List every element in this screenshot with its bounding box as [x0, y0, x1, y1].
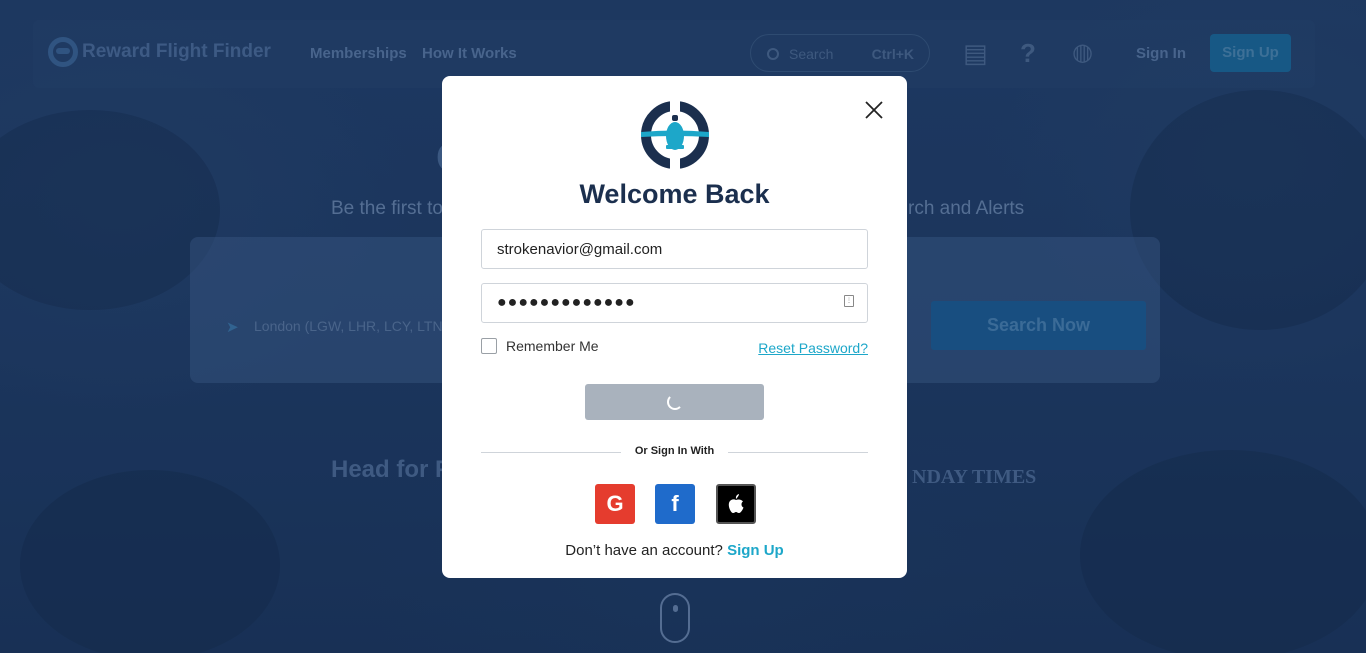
- modal-title: Welcome Back: [579, 179, 770, 209]
- reset-password-link[interactable]: Reset Password?: [758, 340, 868, 356]
- password-reveal-icon[interactable]: ⋮: [844, 295, 854, 307]
- divider-line-right: [728, 452, 868, 453]
- password-field[interactable]: [481, 283, 868, 323]
- apple-icon: [728, 494, 744, 513]
- apple-sign-in-button[interactable]: [716, 484, 756, 524]
- login-modal: Welcome Back ⋮ Remember Me Reset Passwor…: [442, 76, 907, 578]
- google-icon: G: [606, 491, 624, 516]
- google-sign-in-button[interactable]: G: [595, 484, 635, 524]
- divider-text: Or Sign In With: [634, 445, 715, 457]
- remember-me[interactable]: Remember Me: [481, 338, 599, 354]
- close-icon[interactable]: [863, 99, 885, 121]
- email-field[interactable]: [481, 229, 868, 269]
- signup-row: Don’t have an account? Sign Up: [442, 542, 907, 559]
- sign-in-submit-button[interactable]: [585, 384, 764, 420]
- signup-prompt: Don’t have an account?: [565, 542, 723, 559]
- spinner-icon: [667, 394, 683, 410]
- plane-logo-icon: [641, 99, 709, 171]
- remember-me-label: Remember Me: [506, 338, 599, 354]
- facebook-sign-in-button[interactable]: f: [655, 484, 695, 524]
- facebook-icon: f: [671, 491, 679, 516]
- sign-up-link[interactable]: Sign Up: [727, 542, 784, 559]
- remember-me-checkbox[interactable]: [481, 338, 497, 354]
